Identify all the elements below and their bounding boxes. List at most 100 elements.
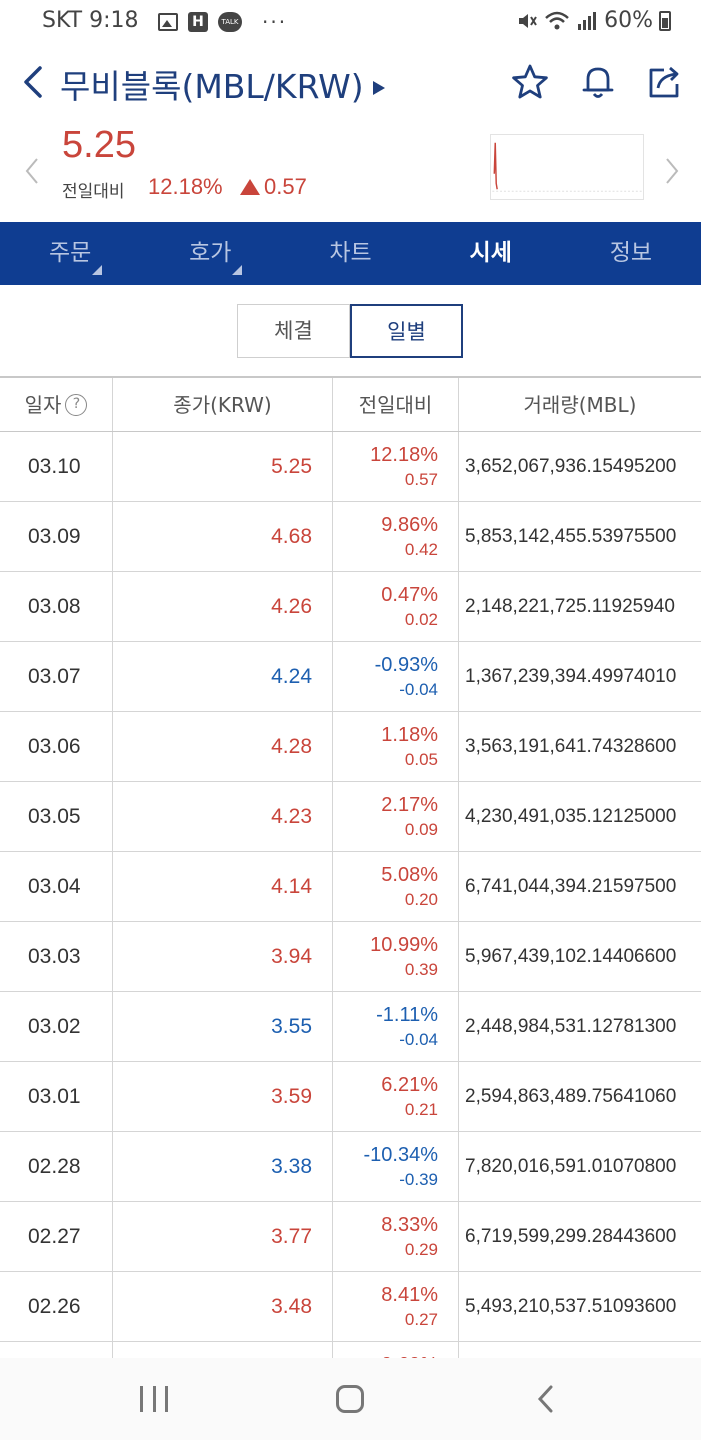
cell-date: 03.08 <box>0 572 113 641</box>
cell-change: -1.11% -0.04 <box>333 992 459 1061</box>
cell-volume: 3,652,067,936.15495200 <box>465 456 677 477</box>
share-icon[interactable] <box>644 62 684 102</box>
back-arrow-icon[interactable] <box>16 62 52 102</box>
cell-change-percent: 6.21% <box>381 1074 438 1096</box>
cell-change-percent: -10.34% <box>363 1144 439 1166</box>
tab-chart[interactable]: 차트 <box>280 222 420 285</box>
cell-volume: 5,493,210,537.51093600 <box>465 1296 677 1317</box>
help-icon[interactable]: ? <box>65 393 88 416</box>
cell-change-amount: 0.39 <box>404 960 438 979</box>
gallery-notification-icon <box>158 13 178 31</box>
cell-volume: 2,448,984,531.12781300 <box>465 1016 677 1037</box>
cell-date: 03.05 <box>0 782 113 851</box>
next-coin-icon[interactable] <box>662 156 682 186</box>
alarm-bell-icon[interactable] <box>578 62 618 102</box>
home-icon[interactable] <box>336 1385 364 1413</box>
cell-date: 03.06 <box>0 712 113 781</box>
table-row: 02.28 3.38 -10.34% -0.39 7,820,016,591.01070… <box>0 1132 701 1202</box>
cell-volume: 6,719,599,299.28443600 <box>465 1226 677 1247</box>
change-amount: 0.57 <box>264 174 307 199</box>
cell-change-percent: 2.17% <box>381 794 438 816</box>
cell-date: 02.27 <box>0 1202 113 1271</box>
cell-change: 9.86% 0.42 <box>333 502 459 571</box>
title-dropdown-icon[interactable] <box>373 81 385 95</box>
coin-title[interactable]: 무비블록(MBL/KRW) <box>60 60 364 108</box>
notification-icons: H TALK ··· <box>158 10 287 34</box>
cell-date: 03.04 <box>0 852 113 921</box>
cell-close: 3.55 <box>113 992 333 1061</box>
table-row: 03.04 4.14 5.08% 0.20 6,741,044,394.21597500 <box>0 852 701 922</box>
cell-change: 8.33% 0.29 <box>333 1202 459 1271</box>
cell-change-amount: 0.29 <box>404 1240 438 1259</box>
segment-daily-button[interactable]: 일별 <box>350 304 463 358</box>
cell-date: 03.09 <box>0 502 113 571</box>
change-percent: 12.18% <box>148 174 223 199</box>
cell-volume: 6,741,044,394.21597500 <box>465 876 677 897</box>
tab-market-price-label: 시세 <box>469 240 512 266</box>
cell-change-percent: 0.47% <box>381 584 438 606</box>
cell-close: 4.23 <box>113 782 333 851</box>
cell-close: 5.25 <box>113 432 333 501</box>
view-segment-control: 체결 일별 <box>237 304 463 358</box>
cell-close: 3.77 <box>113 1202 333 1271</box>
cell-volume <box>459 1342 701 1358</box>
cell-change: 1.18% 0.05 <box>333 712 459 781</box>
cell-date <box>0 1342 113 1358</box>
cell-change-percent: -1.11% <box>376 1004 438 1026</box>
mute-icon <box>519 13 537 28</box>
table-row: 03.07 4.24 -0.93% -0.04 1,367,239,394.499740… <box>0 642 701 712</box>
cell-close: 3.38 <box>113 1132 333 1201</box>
cell-close <box>113 1342 333 1358</box>
previous-coin-icon[interactable] <box>22 156 42 186</box>
cell-close: 3.94 <box>113 922 333 991</box>
table-row: 03.01 3.59 6.21% 0.21 2,594,863,489.75641060 <box>0 1062 701 1132</box>
header-date: 일자 ? <box>0 378 113 431</box>
cell-change: 2.17% 0.09 <box>333 782 459 851</box>
cell-volume: 5,967,439,102.14406600 <box>465 946 677 967</box>
tab-info[interactable]: 정보 <box>561 222 701 285</box>
cell-close: 4.24 <box>113 642 333 711</box>
table-body: 03.10 5.25 12.18% 0.57 3,652,067,936.1549520… <box>0 432 701 1358</box>
cell-change: 6.21% 0.21 <box>333 1062 459 1131</box>
tab-orderbook[interactable]: 호가 <box>140 222 280 285</box>
main-tab-bar: 주문 호가 차트 시세 정보 <box>0 222 701 285</box>
cell-date: 03.02 <box>0 992 113 1061</box>
cell-change-percent: 8.41% <box>381 1284 438 1306</box>
segment-trades-button[interactable]: 체결 <box>237 304 350 358</box>
cell-change-amount: -0.04 <box>399 680 438 699</box>
cell-change-amount: -0.39 <box>399 1170 438 1189</box>
tab-order[interactable]: 주문 <box>0 222 140 285</box>
cell-close: 3.59 <box>113 1062 333 1131</box>
cell-close: 4.68 <box>113 502 333 571</box>
table-header: 일자 ? 종가(KRW) 전일대비 거래량(MBL) <box>0 378 701 432</box>
cell-change: 12.18% 0.57 <box>333 432 459 501</box>
cell-volume: 2,594,863,489.75641060 <box>465 1086 677 1107</box>
cell-date: 03.07 <box>0 642 113 711</box>
mini-price-chart[interactable] <box>490 134 644 200</box>
cell-change-amount: 0.21 <box>404 1100 438 1119</box>
cell-date: 03.03 <box>0 922 113 991</box>
tab-order-label: 주문 <box>48 240 92 266</box>
tab-info-label: 정보 <box>609 240 653 266</box>
system-back-icon[interactable] <box>536 1384 556 1414</box>
cell-change-amount: 0.57 <box>404 470 438 489</box>
cell-change: 10.99% 0.39 <box>333 922 459 991</box>
carrier-label: SKT <box>42 8 83 33</box>
h-notification-icon: H <box>188 12 208 32</box>
cell-volume: 4,230,491,035.12125000 <box>465 806 677 827</box>
table-row: 03.08 4.26 0.47% 0.02 2,148,221,725.11925940 <box>0 572 701 642</box>
tab-market-price[interactable]: 시세 <box>421 222 561 285</box>
cell-date: 03.10 <box>0 432 113 501</box>
recent-apps-icon[interactable] <box>140 1386 168 1412</box>
favorite-star-icon[interactable] <box>510 62 550 102</box>
header-volume: 거래량(MBL) <box>523 392 637 417</box>
clock: 9:18 <box>89 8 139 33</box>
cell-change-amount: 0.20 <box>404 890 438 909</box>
current-price: 5.25 <box>62 124 136 166</box>
table-row: 9.69% <box>0 1342 701 1358</box>
header-close: 종가(KRW) <box>113 378 333 431</box>
table-row: 03.09 4.68 9.86% 0.42 5,853,142,455.53975500 <box>0 502 701 572</box>
cell-change-amount: 0.02 <box>404 610 438 629</box>
app-header: 무비블록(MBL/KRW) <box>0 50 701 114</box>
cell-close: 3.48 <box>113 1272 333 1341</box>
